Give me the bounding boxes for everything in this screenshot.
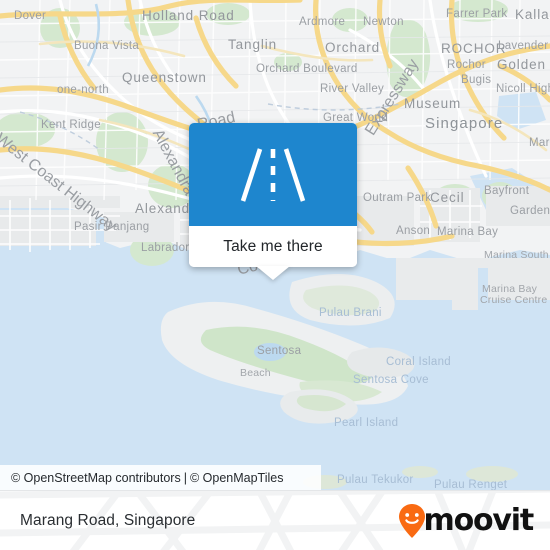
road-icon <box>240 147 306 202</box>
map-canvas[interactable]: Dover Holland Road Ardmore Newton Farrer Par… <box>0 0 550 490</box>
location-popup-card[interactable]: Take me there <box>189 123 357 280</box>
attribution-osm[interactable]: © OpenStreetMap contributors <box>11 471 181 485</box>
page-title: Marang Road, Singapore <box>20 512 196 529</box>
map-attribution: © OpenStreetMap contributors | © OpenMap… <box>0 465 321 490</box>
moovit-logo[interactable]: moovit <box>397 503 535 539</box>
moovit-pin-icon <box>398 504 425 538</box>
popup-inner: Take me there <box>189 123 357 267</box>
popup-header <box>189 123 357 226</box>
take-me-there-button[interactable]: Take me there <box>189 226 357 267</box>
attribution-tiles[interactable]: © OpenMapTiles <box>190 471 284 485</box>
moovit-wordmark: moovit <box>423 503 535 538</box>
footer-bar: Marang Road, Singapore moovit <box>0 490 550 550</box>
map-screen: Dover Holland Road Ardmore Newton Farrer Par… <box>0 0 550 550</box>
attribution-separator: | <box>183 470 187 485</box>
popup-pointer <box>256 266 290 280</box>
